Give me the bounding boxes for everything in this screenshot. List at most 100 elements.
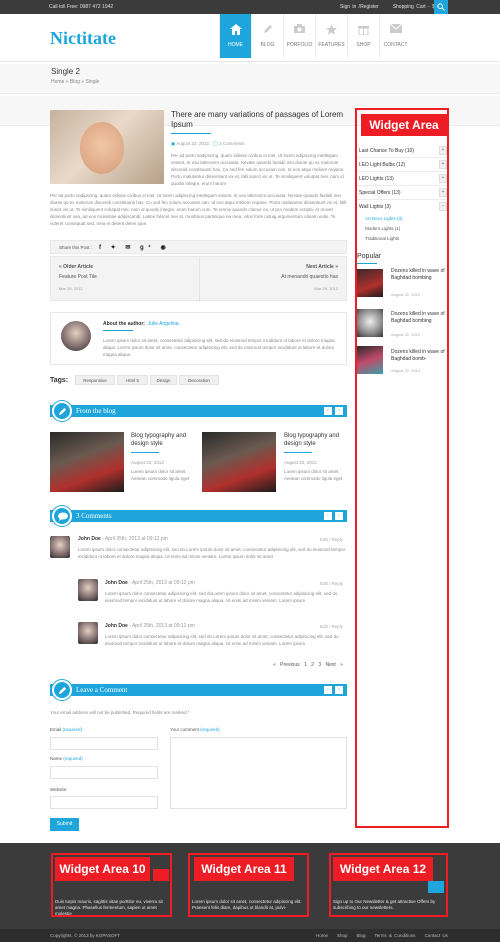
copyright-text: Copyrights. © 2013 by KOPASOFT (50, 933, 121, 938)
search-icon (437, 3, 445, 11)
next-article-title[interactable]: At menandri quaestio has (281, 274, 338, 280)
top-bar: Call toll Free: 0987 472 1942 Sign in /R… (0, 0, 500, 14)
prev-arrow[interactable]: ‹ (324, 686, 332, 694)
reply-link[interactable]: Edit / Reply (320, 624, 343, 629)
next-article-label[interactable]: Next Article » (306, 264, 338, 270)
footer-link-blog[interactable]: Blog (357, 933, 366, 938)
prev-arrow[interactable]: ‹ (324, 512, 332, 520)
call-text: Call toll Free: 0987 472 1942 (49, 4, 114, 10)
submit-button[interactable]: Submit (50, 818, 79, 831)
next-article-date: Mar 29, 2012 (314, 286, 338, 291)
category-item[interactable]: LED Light Bulbs (12) + (357, 158, 447, 172)
nav-contact[interactable]: CONTACT (379, 14, 411, 58)
author-name[interactable]: Julie Angelina (148, 321, 179, 327)
share-icons[interactable]: f ✦ ✉ g⁺ ◉ (99, 244, 170, 251)
footer-link-contact[interactable]: Contact Us (425, 933, 448, 938)
from-blog-title: From the blog (76, 407, 116, 415)
tag-responsive[interactable]: Responsive (75, 375, 115, 385)
footer-link-shop[interactable]: Shop (337, 933, 348, 938)
comments-title: 3 Comments (76, 512, 112, 520)
category-item[interactable]: Wall Lights (3) − (357, 200, 447, 214)
signin-link[interactable]: Sign in /Register (340, 4, 379, 10)
site-logo[interactable]: Nictitate (50, 28, 116, 49)
collapse-icon: − (439, 202, 447, 211)
blog-date-1: August 22, 2012 (131, 460, 164, 465)
footer-link-home[interactable]: Home (316, 933, 328, 938)
prev-arrow[interactable]: ‹ (324, 407, 332, 415)
nav-portfolio[interactable]: PORFOLIO (283, 14, 315, 58)
older-article-title[interactable]: Feature Post Tile (59, 274, 97, 280)
post-comments-link[interactable]: 3 Comments (219, 141, 245, 146)
nav-home[interactable]: HOME (219, 14, 251, 58)
post-excerpt: Per ad purto sadipscing, quam vidisse ci… (171, 153, 345, 186)
next-arrow[interactable]: › (335, 512, 343, 520)
popular-thumb[interactable] (357, 346, 383, 374)
comment-author: John Doe - April 25th, 2013 at 09:12 pm (78, 536, 168, 542)
leave-comment-title: Leave a Comment (76, 686, 128, 694)
home-icon (229, 24, 242, 35)
nav-blog[interactable]: BLOG (251, 14, 283, 58)
popular-title[interactable]: Dozens killed in wave of Baghdad bombing (391, 311, 447, 325)
star-icon (326, 24, 337, 35)
tag-design[interactable]: Design (150, 375, 177, 385)
sidebar-widget-area-14: Widget Area 14 Last Chance To Buy (10) + … (355, 108, 449, 828)
footer-widget-12: Widget Area 12 Sign up to Our Newsletter… (329, 853, 448, 917)
tag-html5[interactable]: Html 5 (117, 375, 148, 385)
form-note: Your email address will not be published… (50, 710, 190, 715)
mail-icon (389, 23, 402, 33)
main-nav: HOME BLOG PORFOLIO FEATURES SHOP CONTACT (219, 14, 411, 58)
blog-title-1[interactable]: Blog typography and design style (131, 432, 201, 448)
category-item[interactable]: LED Lights (13) + (357, 172, 447, 186)
popular-thumb[interactable] (357, 269, 383, 297)
reply-link[interactable]: Edit / Reply (320, 537, 343, 542)
pagination[interactable]: « Previous 1 2 3 Next » (273, 662, 343, 668)
category-item[interactable]: Last Chance To Buy (10) + (357, 144, 447, 158)
search-button[interactable] (434, 0, 448, 14)
blog-excerpt-2: Lorem ipsum dolor sit amet. Aenean commo… (284, 469, 343, 481)
cart-link[interactable]: Shopping Cart - $0 (393, 4, 438, 10)
reply-link[interactable]: Edit / Reply (320, 581, 343, 586)
expand-icon: + (439, 146, 447, 155)
pencil-icon (263, 25, 272, 33)
category-item[interactable]: Special Offers (13) + (357, 186, 447, 200)
comment-text: Lorem ipsum dolor consectetur adipisicin… (105, 634, 339, 646)
older-article-label[interactable]: « Older Article (59, 264, 93, 270)
tag-decoration[interactable]: Decoration (179, 375, 219, 385)
pencil-icon (58, 686, 67, 695)
post-image[interactable] (50, 110, 164, 184)
gift-icon (358, 26, 369, 36)
chat-icon (58, 512, 68, 521)
post-navigation: « Older Article Feature Post Tile Mar 29… (50, 256, 347, 302)
popular-date: August 22, 2012 (391, 368, 421, 373)
website-field[interactable] (50, 796, 158, 809)
comment-author: John Doe - April 25th, 2013 at 09:12 pm (105, 623, 195, 629)
blog-excerpt-1: Lorem ipsum dolor sit amet. Aenean commo… (131, 469, 190, 481)
blog-thumb-2[interactable] (202, 432, 276, 492)
subcategory-item[interactable]: Modern Lights (1) (365, 226, 400, 231)
comment-textarea[interactable] (170, 737, 347, 809)
next-arrow[interactable]: › (335, 686, 343, 694)
breadcrumb[interactable]: Home » Blog » Single (51, 79, 99, 85)
post-date: August 22, 2012 (176, 141, 210, 146)
nav-shop[interactable]: SHOP (347, 14, 379, 58)
author-bio: Lorem ipsum dolor sit amet, consectetur … (103, 338, 335, 357)
nav-features[interactable]: FEATURES (315, 14, 347, 58)
blog-title-2[interactable]: Blog typography and design style (284, 432, 346, 448)
subcategory-item[interactable]: Art Deco Lights (3) (365, 216, 403, 221)
email-field[interactable] (50, 737, 158, 750)
share-bar: Share this Post :f ✦ ✉ g⁺ ◉ (50, 240, 347, 254)
popular-date: August 22, 2012 (391, 332, 421, 337)
popular-title[interactable]: Dozens killed in wave of Baghdad bombing (391, 268, 447, 282)
name-field[interactable] (50, 766, 158, 779)
blog-thumb-1[interactable] (50, 432, 124, 492)
next-arrow[interactable]: › (335, 407, 343, 415)
subcategory-item[interactable]: Traditional Lights (365, 236, 399, 241)
footer-link-terms[interactable]: Terms & Conditions (375, 933, 416, 938)
popular-thumb[interactable] (357, 309, 383, 337)
popular-date: August 22, 2012 (391, 292, 421, 297)
expand-icon: + (439, 188, 447, 197)
post-title[interactable]: There are many variations of passages of… (171, 110, 346, 130)
pencil-icon (58, 407, 67, 416)
popular-title[interactable]: Dozens killed in wave of Baghdad bomb- (391, 349, 447, 363)
subscribe-button[interactable] (428, 881, 444, 893)
